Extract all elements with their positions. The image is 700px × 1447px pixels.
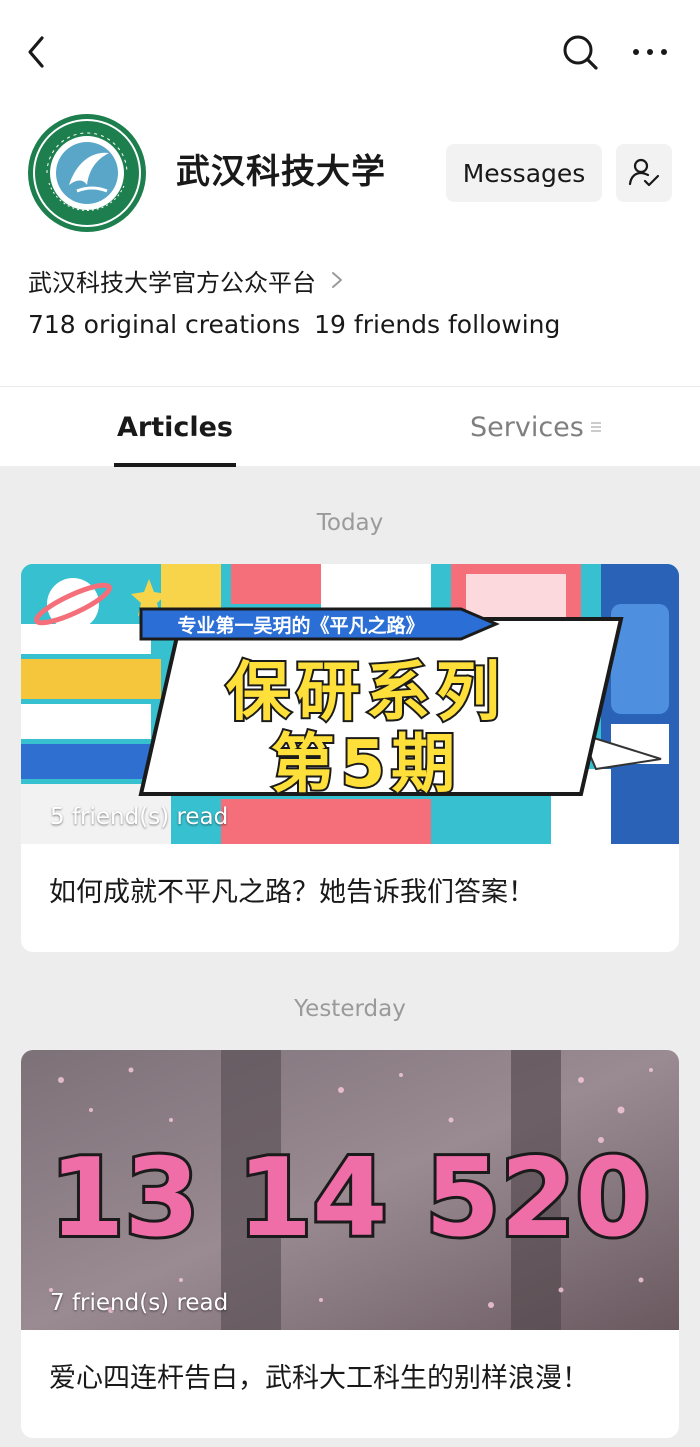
account-name: 武汉科技大学 (176, 152, 386, 192)
back-arrow-icon (28, 36, 44, 68)
tab-bar: Articles Services (0, 386, 700, 467)
article-title[interactable]: 爱心四连杆告白，武科大工科生的别样浪漫！ (21, 1330, 679, 1438)
account-stats: 718 original creations 19 friends follow… (28, 310, 560, 339)
article-cover-image: 专业第一吴玥的《平凡之路》 保研系列 第5期 5 friend(s) read (21, 564, 679, 844)
cover-banner-text: 专业第一吴玥的《平凡之路》 (177, 614, 424, 637)
search-button[interactable] (558, 30, 602, 74)
follow-status-button[interactable] (616, 144, 672, 202)
menu-lines-icon (590, 422, 601, 432)
messages-button[interactable]: Messages (446, 144, 602, 202)
chevron-right-icon (332, 272, 342, 288)
cover-headline-line1: 保研系列 (226, 656, 506, 730)
back-button[interactable] (18, 30, 62, 74)
account-description-link[interactable]: 武汉科技大学官方公众平台 (28, 262, 344, 298)
original-creations-count: 718 original creations (28, 310, 301, 339)
tab-articles[interactable]: Articles (114, 387, 236, 467)
date-label-yesterday: Yesterday (294, 996, 406, 1022)
article-cover-image: 13 14 520 7 friend(s) read (21, 1050, 679, 1330)
cover-headline-numbers: 13 14 520 (49, 1136, 650, 1261)
university-seal-logo[interactable] (27, 113, 147, 233)
article-card[interactable]: 专业第一吴玥的《平凡之路》 保研系列 第5期 5 friend(s) read … (21, 564, 679, 952)
friends-following-count[interactable]: 19 friends following (314, 310, 560, 339)
more-dots-icon (633, 49, 667, 55)
tab-services[interactable]: Services (470, 387, 602, 467)
account-description: 武汉科技大学官方公众平台 (28, 268, 316, 297)
cover-headline-line2: 第5期 (271, 728, 462, 802)
search-icon (563, 35, 598, 70)
article-card[interactable]: 13 14 520 7 friend(s) read 爱心四连杆告白，武科大工科… (21, 1050, 679, 1438)
tab-services-label: Services (470, 411, 584, 443)
friends-read-count: 5 friend(s) read (50, 804, 229, 830)
more-options-button[interactable] (628, 30, 672, 74)
active-tab-indicator (114, 463, 236, 467)
account-header: 武汉科技大学 Messages 武汉科技大学官方公众平台 718 origina… (0, 0, 700, 386)
article-title[interactable]: 如何成就不平凡之路？她告诉我们答案！ (21, 844, 679, 952)
user-check-icon (628, 158, 660, 187)
friends-read-count: 7 friend(s) read (50, 1290, 229, 1316)
date-label-today: Today (316, 510, 384, 536)
